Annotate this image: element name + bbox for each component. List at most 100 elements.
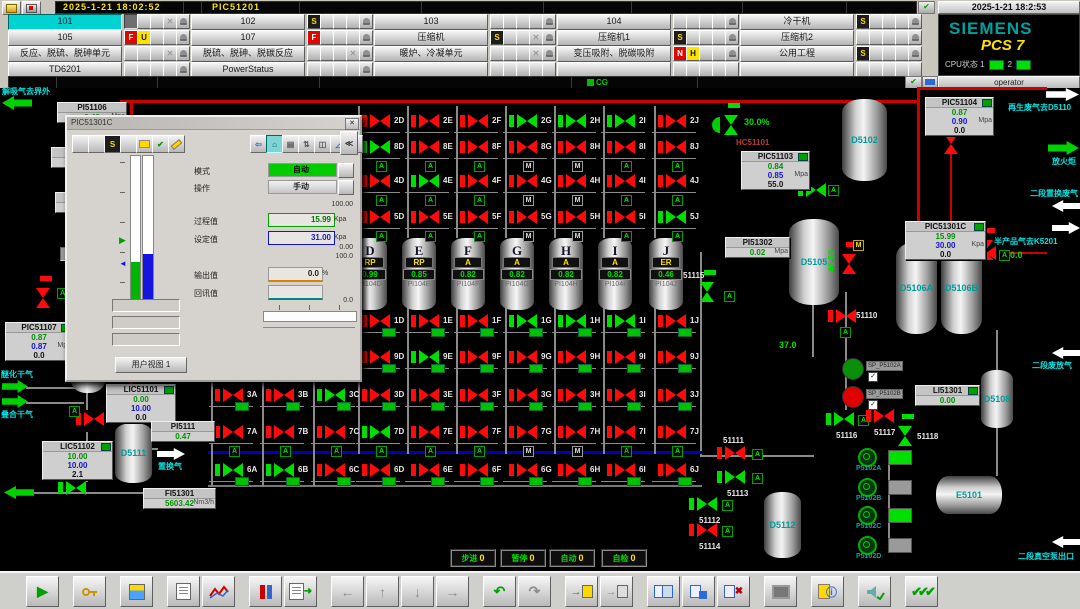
nav-badge-empty[interactable] xyxy=(137,62,151,77)
matrix-valve-7C[interactable] xyxy=(325,425,345,439)
nav-badge-empty[interactable] xyxy=(333,62,347,77)
matrix-valve-8J[interactable] xyxy=(666,140,686,154)
alarm-icon[interactable] xyxy=(22,1,41,15)
faceplate-view-chart-icon[interactable]: ◫ xyxy=(314,135,331,153)
nav-badge-empty[interactable] xyxy=(882,46,896,61)
nav-badge-empty[interactable] xyxy=(490,62,504,77)
matrix-valve-4D[interactable] xyxy=(370,174,390,188)
matrix-valve-6A[interactable] xyxy=(223,463,243,477)
matrix-valve-3A[interactable] xyxy=(223,388,243,402)
nav-badge-empty[interactable] xyxy=(686,62,700,77)
toolbar-nav-down-button[interactable]: ↓ xyxy=(401,576,434,607)
nav-button-脱硫、脱砷、脱碳反应[interactable]: 脱硫、脱砷、脱碳反应 xyxy=(191,46,305,62)
adsorber-G[interactable]: GA0.82PI104G xyxy=(500,238,534,310)
faceplate-view-note-icon[interactable]: ▤ xyxy=(282,135,299,153)
selector-SP_P5102A[interactable] xyxy=(842,358,864,380)
matrix-valve-8E[interactable] xyxy=(419,140,439,154)
faceplate-tool-folder[interactable] xyxy=(136,135,153,153)
adsorber-H[interactable]: HA0.82PI104H xyxy=(549,238,583,310)
nav-badge-empty[interactable] xyxy=(869,14,883,29)
toolbar-acknowledge-all-button[interactable]: ✔✔✔ xyxy=(905,576,938,607)
vessel-D5102[interactable]: D5102 xyxy=(842,99,887,181)
vessel-E5101[interactable]: E5101 xyxy=(936,476,1002,514)
matrix-valve-6H[interactable] xyxy=(566,463,586,477)
faceplate-collapse-icon[interactable]: ≪ xyxy=(340,131,358,155)
matrix-valve-7I[interactable] xyxy=(615,425,635,439)
ack-mini-icon[interactable]: ✔ xyxy=(918,1,935,14)
valve-D5101-valve[interactable] xyxy=(84,412,104,426)
nav-badge-x[interactable]: ✕ xyxy=(346,46,360,61)
matrix-valve-5D[interactable] xyxy=(370,210,390,224)
faceplate-open-icon[interactable] xyxy=(101,443,111,451)
nav-badge-empty[interactable] xyxy=(725,62,739,77)
nav-badge-s[interactable]: S xyxy=(856,14,870,29)
nav-badge-empty[interactable] xyxy=(673,14,687,29)
valve-51115[interactable] xyxy=(700,282,714,302)
tag-LIC51101[interactable]: LIC511010.0010.000.0 xyxy=(106,384,176,423)
nav-badge-empty[interactable] xyxy=(895,14,909,29)
selector-checkbox-SP_P5102A[interactable]: ✓ xyxy=(868,372,878,382)
matrix-valve-3C[interactable] xyxy=(325,388,345,402)
nav-button-101[interactable]: 101 xyxy=(8,14,122,30)
matrix-valve-4E[interactable] xyxy=(419,174,439,188)
nav-badge-x[interactable]: ✕ xyxy=(163,14,177,29)
toolbar-run-button[interactable]: ▶ xyxy=(26,576,59,607)
vessel-D5108[interactable]: D5108 xyxy=(981,370,1013,428)
output-slider[interactable] xyxy=(263,311,357,322)
matrix-valve-4I[interactable] xyxy=(615,174,635,188)
nav-badge-empty[interactable] xyxy=(699,62,713,77)
valve-51117[interactable] xyxy=(874,409,894,423)
nav-badge-bell[interactable] xyxy=(359,30,373,45)
nav-badge-x[interactable]: ✕ xyxy=(529,46,543,61)
nav-badge-bell[interactable] xyxy=(176,62,190,77)
matrix-valve-7H[interactable] xyxy=(566,425,586,439)
nav-badge-empty[interactable] xyxy=(686,14,700,29)
matrix-valve-7J[interactable] xyxy=(666,425,686,439)
faceplate-tool-blank[interactable] xyxy=(120,135,137,153)
faceplate-title[interactable]: PIC51301C xyxy=(67,117,360,130)
nav-button-冷干机[interactable]: 冷干机 xyxy=(740,14,854,30)
toolbar-display-button[interactable] xyxy=(764,576,797,607)
matrix-valve-7B[interactable] xyxy=(274,425,294,439)
matrix-valve-1G[interactable] xyxy=(517,314,537,328)
nav-badge-empty[interactable] xyxy=(856,30,870,45)
nav-badge-empty[interactable] xyxy=(307,62,321,77)
toolbar-alarm-button[interactable] xyxy=(249,576,282,607)
nav-badge-empty[interactable] xyxy=(856,62,870,77)
nav-badge-empty[interactable] xyxy=(908,62,922,77)
matrix-valve-1D[interactable] xyxy=(370,314,390,328)
nav-badge-empty[interactable] xyxy=(150,62,164,77)
valve-51118[interactable] xyxy=(898,426,912,446)
selector-SP_P5102B[interactable] xyxy=(842,386,864,408)
nav-badge-empty[interactable] xyxy=(137,14,151,29)
nav-badge-empty[interactable] xyxy=(882,62,896,77)
toolbar-picture-tree-button[interactable] xyxy=(120,576,153,607)
toolbar-picture-in-button[interactable]: → xyxy=(565,576,598,607)
nav-badge-x[interactable]: ✕ xyxy=(163,46,177,61)
nav-badge-red-F[interactable]: F xyxy=(124,30,138,45)
matrix-valve-6E[interactable] xyxy=(419,463,439,477)
matrix-valve-7F[interactable] xyxy=(468,425,488,439)
tag-PIC51301C[interactable]: PIC51301C15.9930.000.0Kpa xyxy=(905,221,986,260)
matrix-valve-5H[interactable] xyxy=(566,210,586,224)
matrix-valve-6I[interactable] xyxy=(615,463,635,477)
matrix-valve-2G[interactable] xyxy=(517,114,537,128)
matrix-valve-2J[interactable] xyxy=(666,114,686,128)
matrix-valve-2I[interactable] xyxy=(615,114,635,128)
matrix-valve-6B[interactable] xyxy=(274,463,294,477)
nav-badge-s[interactable]: S xyxy=(856,46,870,61)
tag-PIC51107[interactable]: PIC511070.870.870.0Mpa xyxy=(5,322,73,361)
sp-value-field[interactable]: 31.00 xyxy=(268,231,335,245)
faceplate-tool-blank[interactable] xyxy=(72,135,89,153)
matrix-valve-3I[interactable] xyxy=(615,388,635,402)
mode-more-button[interactable] xyxy=(338,163,354,178)
matrix-valve-3H[interactable] xyxy=(566,388,586,402)
nav-badge-bell[interactable] xyxy=(542,14,556,29)
adsorber-E[interactable]: ERP0.85PI104E xyxy=(402,238,436,310)
matrix-valve-8I[interactable] xyxy=(615,140,635,154)
nav-badge-empty[interactable] xyxy=(333,14,347,29)
matrix-valve-2E[interactable] xyxy=(419,114,439,128)
nav-badge-bell[interactable] xyxy=(359,62,373,77)
nav-badge-empty[interactable] xyxy=(686,30,700,45)
mode-value[interactable]: 自动 xyxy=(268,163,337,177)
